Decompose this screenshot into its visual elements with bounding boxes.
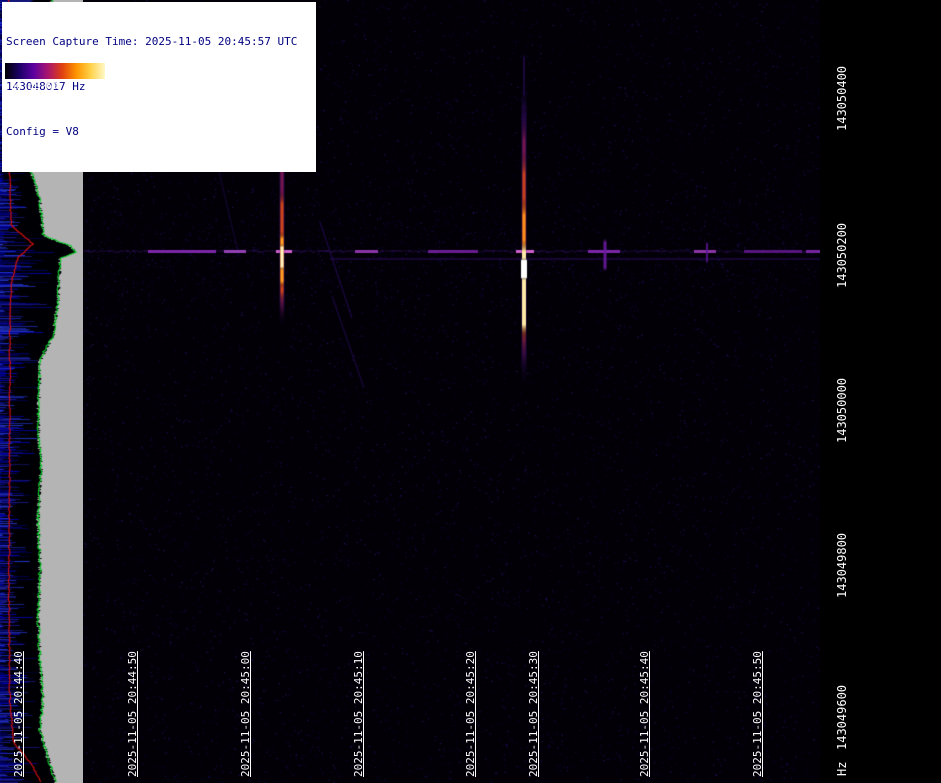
frequency-label: 143049800 [835,532,849,598]
config-text: Config = V8 [6,125,79,138]
db-label-max: -40 [82,81,101,92]
time-label: 2025-11-05 20:45:50 [751,651,764,777]
time-label: 2025-11-05 20:45:10 [352,651,365,777]
frequency-label: Hz [835,761,849,776]
frequency-label: 143049600 [835,684,849,750]
intensity-color-scale: -80 dB -60 -40 [4,62,110,94]
color-gradient-bar [4,62,106,80]
time-label: 2025-11-05 20:45:20 [464,651,477,777]
time-label: 2025-11-05 20:45:00 [239,651,252,777]
db-scale-labels: -80 dB -60 -40 [4,81,110,94]
time-label: 2025-11-05 20:45:30 [527,651,540,777]
frequency-label: 143050400 [835,65,849,131]
time-label: 2025-11-05 20:45:40 [638,651,651,777]
frequency-label: 143050000 [835,377,849,443]
frequency-label: 143050200 [835,222,849,288]
time-label: 2025-11-05 20:44:50 [126,651,139,777]
db-label-mid: -60 [40,81,59,92]
capture-time-text: Screen Capture Time: 2025-11-05 20:45:57… [6,35,298,48]
db-label-min: -80 dB [4,81,41,92]
time-label: 2025-11-05 20:44:40 [12,651,25,777]
spectrogram-screen-capture: Screen Capture Time: 2025-11-05 20:45:57… [0,0,941,783]
